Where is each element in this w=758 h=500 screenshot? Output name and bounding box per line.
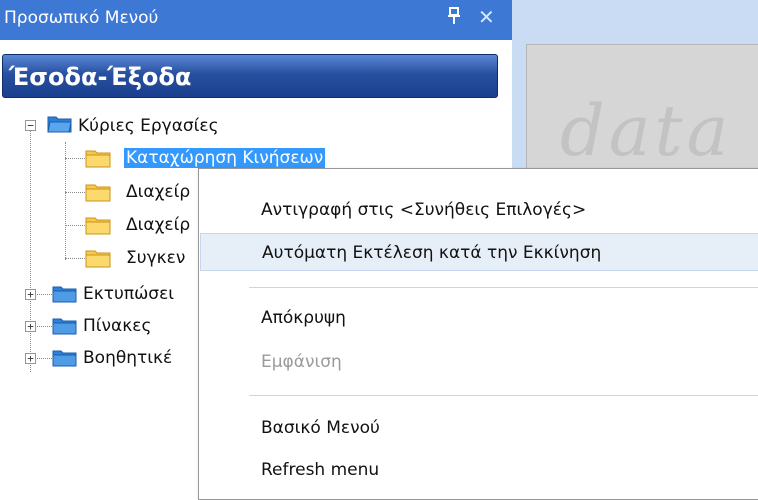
collapse-toggle[interactable]: − bbox=[25, 120, 36, 131]
close-icon[interactable]: ✕ bbox=[478, 6, 495, 28]
tree-connector bbox=[65, 192, 85, 193]
folder-open-icon bbox=[47, 116, 72, 133]
pin-icon[interactable] bbox=[447, 6, 461, 26]
tree-connector bbox=[65, 158, 85, 159]
menu-separator bbox=[249, 395, 758, 396]
expand-toggle[interactable]: + bbox=[25, 289, 36, 300]
tree-connector bbox=[65, 258, 85, 259]
tree-item-entry-movements[interactable]: Καταχώρηση Κινήσεων bbox=[124, 148, 326, 168]
folder-icon bbox=[85, 150, 111, 168]
menu-separator bbox=[249, 287, 758, 288]
folder-icon bbox=[85, 250, 111, 268]
menu-item-hide[interactable]: Απόκρυψη bbox=[200, 299, 758, 337]
tree-item-tables[interactable]: Πίνακες bbox=[83, 316, 151, 336]
menu-item-main-menu[interactable]: Βασικό Μενού bbox=[200, 409, 758, 447]
section-header[interactable]: Έσοδα-Έξοδα bbox=[2, 54, 498, 98]
folder-closed-icon bbox=[52, 318, 77, 335]
expand-toggle[interactable]: + bbox=[25, 353, 36, 364]
tree-item-main-tasks[interactable]: Κύριες Εργασίες bbox=[78, 116, 219, 136]
tree-connector bbox=[65, 225, 85, 226]
tree-item-management-1[interactable]: Διαχείρ bbox=[126, 182, 190, 202]
folder-closed-icon bbox=[52, 350, 77, 367]
menu-item-show: Εμφάνιση bbox=[261, 352, 342, 372]
folder-icon bbox=[85, 217, 111, 235]
menu-item-copy-to-favorites[interactable]: Αντιγραφή στις <Συνήθεις Επιλογές> bbox=[200, 191, 758, 229]
tree-connector bbox=[30, 124, 31, 372]
panel-titlebar: Προσωπικό Μενού ✕ bbox=[0, 0, 512, 40]
folder-closed-icon bbox=[52, 286, 77, 303]
panel-title: Προσωπικό Μενού bbox=[4, 8, 159, 28]
tree-item-summary[interactable]: Συγκεν bbox=[126, 248, 185, 268]
watermark-logo: data bbox=[560, 90, 733, 172]
menu-item-refresh-menu[interactable]: Refresh menu bbox=[200, 451, 758, 489]
tree-item-management-2[interactable]: Διαχείρ bbox=[126, 215, 190, 235]
tree-item-utilities[interactable]: Βοηθητικέ bbox=[83, 348, 172, 368]
expand-toggle[interactable]: + bbox=[25, 321, 36, 332]
folder-icon bbox=[85, 184, 111, 202]
tree-connector bbox=[65, 142, 66, 260]
tree-item-prints[interactable]: Εκτυπώσει bbox=[83, 284, 174, 304]
context-menu: Αντιγραφή στις <Συνήθεις Επιλογές> Αυτόμ… bbox=[198, 168, 758, 500]
menu-item-autorun-on-startup[interactable]: Αυτόματη Εκτέλεση κατά την Εκκίνηση bbox=[200, 233, 758, 271]
